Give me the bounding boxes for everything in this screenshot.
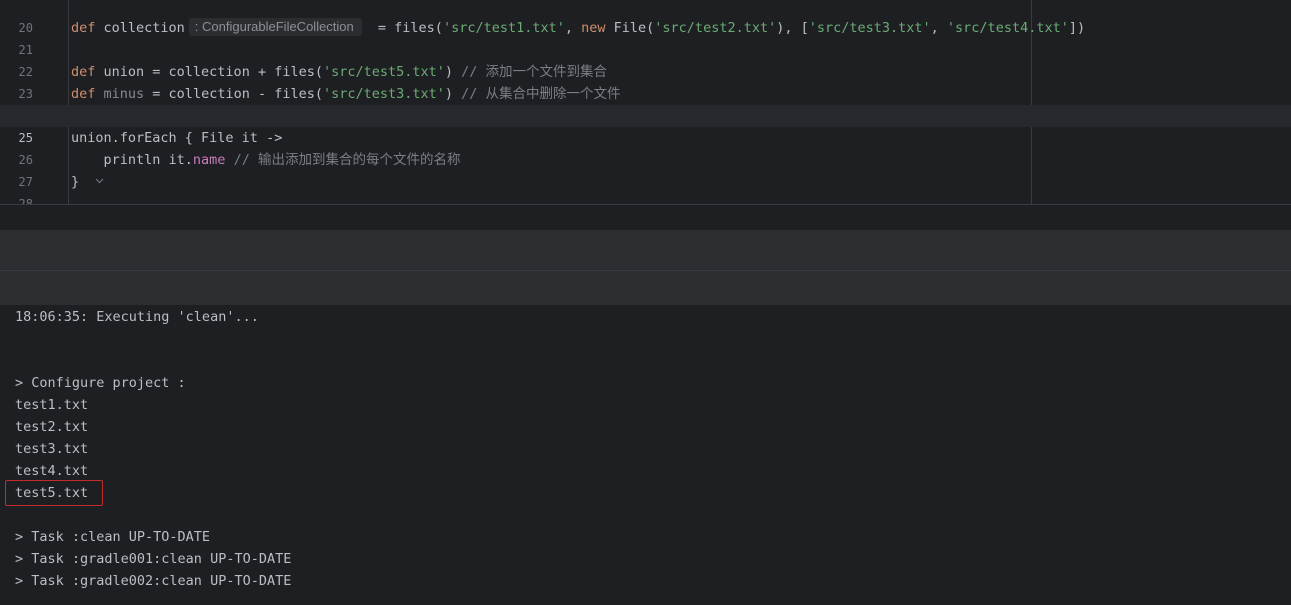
console-line: 18:06:35: Executing 'clean'... [15,309,259,325]
code-segment: ) [444,86,462,102]
string-literal: 'src/test3.txt' [808,20,931,36]
type-inlay-hint: : ConfigurableFileCollection [188,18,362,36]
code-line[interactable]: 21 def collection: ConfigurableFileColle… [0,17,1291,57]
run-console[interactable]: 18:06:35: Executing 'clean'... > Configu… [0,305,1291,605]
console-line: > Task :gradle001:clean UP-TO-DATE [15,551,292,567]
code-segment: ), [ [776,20,809,36]
string-literal: 'src/test3.txt' [322,86,445,102]
code-text: } [71,174,80,190]
code-line[interactable]: 26 union.forEach { File it -> [0,127,1291,167]
code-segment: ]) [1068,20,1086,36]
code-line[interactable]: 22 [0,39,1291,79]
console-line: test4.txt [15,463,89,479]
code-text: def union = collection + files('src/test… [71,61,607,83]
code-segment: union = collection + files( [95,64,323,80]
console-line: > Task :gradle002:clean UP-TO-DATE [15,573,292,589]
code-line[interactable]: 24 def minus = collection - files('src/t… [0,83,1291,123]
property-name: name [192,152,226,168]
code-segment: , [564,20,582,36]
code-text: println it.name // 输出添加到集合的每个文件的名称 [71,149,461,171]
string-literal: 'src/test1.txt' [442,20,565,36]
run-tool-window-header[interactable] [0,271,1291,305]
code-line[interactable]: 28 } [0,171,1291,205]
keyword: def [71,86,96,102]
code-text: def minus = collection - files('src/test… [71,83,621,105]
code-editor[interactable]: 20 21 def collection: ConfigurableFileCo… [0,0,1291,205]
code-text: def collection: ConfigurableFileCollecti… [71,17,1085,39]
code-text: union.forEach { File it -> [71,130,283,146]
code-segment: = files( [369,20,443,36]
highlight-annotation-box [5,480,103,506]
console-line: test3.txt [15,441,89,457]
code-comment: // 输出添加到集合的每个文件的名称 [233,152,461,168]
code-segment: = collection - files( [144,86,323,102]
identifier: collection [95,20,185,36]
unused-variable: minus [103,86,145,102]
console-line: test1.txt [15,397,89,413]
console-line: > Configure project : [15,375,186,391]
string-literal: 'src/test4.txt' [946,20,1069,36]
code-comment: // 添加一个文件到集合 [461,64,608,80]
string-literal: 'src/test2.txt' [654,20,777,36]
code-segment: ) [444,64,462,80]
code-comment: // 从集合中删除一个文件 [461,86,621,102]
current-code-line[interactable]: 25 [0,105,1291,145]
keyword: new [581,20,606,36]
console-line: test2.txt [15,419,89,435]
keyword: def [71,64,96,80]
keyword: def [71,20,96,36]
code-segment: File( [605,20,655,36]
code-line[interactable]: 27 println it.name // 输出添加到集合的每个文件的名称 [0,149,1291,189]
code-line[interactable]: 20 [0,0,1291,35]
code-segment: println it. [71,152,193,168]
panel-separator[interactable] [0,230,1291,270]
editor-border [0,204,1291,205]
code-line[interactable]: 23 def union = collection + files('src/t… [0,61,1291,101]
console-line: > Task :clean UP-TO-DATE [15,529,211,545]
string-literal: 'src/test5.txt' [322,64,445,80]
code-segment: , [930,20,947,36]
